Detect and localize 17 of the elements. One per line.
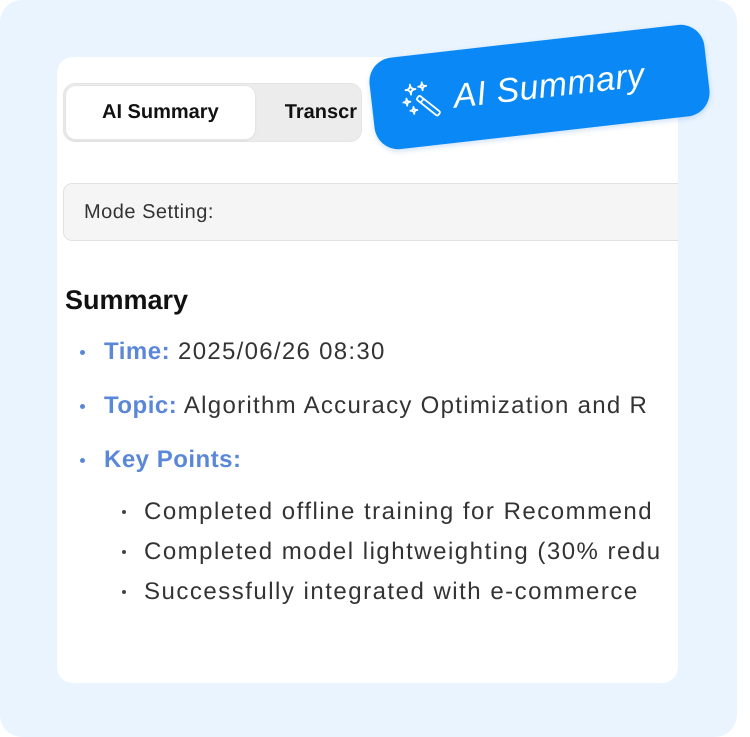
bullet-icon [122, 510, 126, 514]
summary-item: Key Points: [104, 446, 242, 474]
key-point-item: Completed offline training for Recommend [144, 498, 654, 526]
summary-heading: Summary [65, 285, 190, 315]
summary-item: Time: 2025/06/26 08:30 [104, 338, 386, 366]
badge-label: AI Summary [451, 56, 647, 116]
bullet-icon [80, 404, 85, 408]
bullet-icon [122, 550, 126, 554]
bullet-icon [80, 458, 85, 462]
key-point-item: Completed model lightweighting (30% redu [144, 538, 662, 566]
bullet-icon [80, 350, 85, 354]
tab[interactable]: AI Summary [66, 86, 255, 139]
key-point-item: Successfully integrated with e-commerce [144, 578, 639, 606]
tab[interactable]: Transcr [254, 86, 359, 139]
summary-item: Topic: Algorithm Accuracy Optimization and R [104, 392, 648, 420]
mode-setting-bar: Mode Setting: [63, 183, 678, 241]
bullet-icon [122, 590, 126, 594]
